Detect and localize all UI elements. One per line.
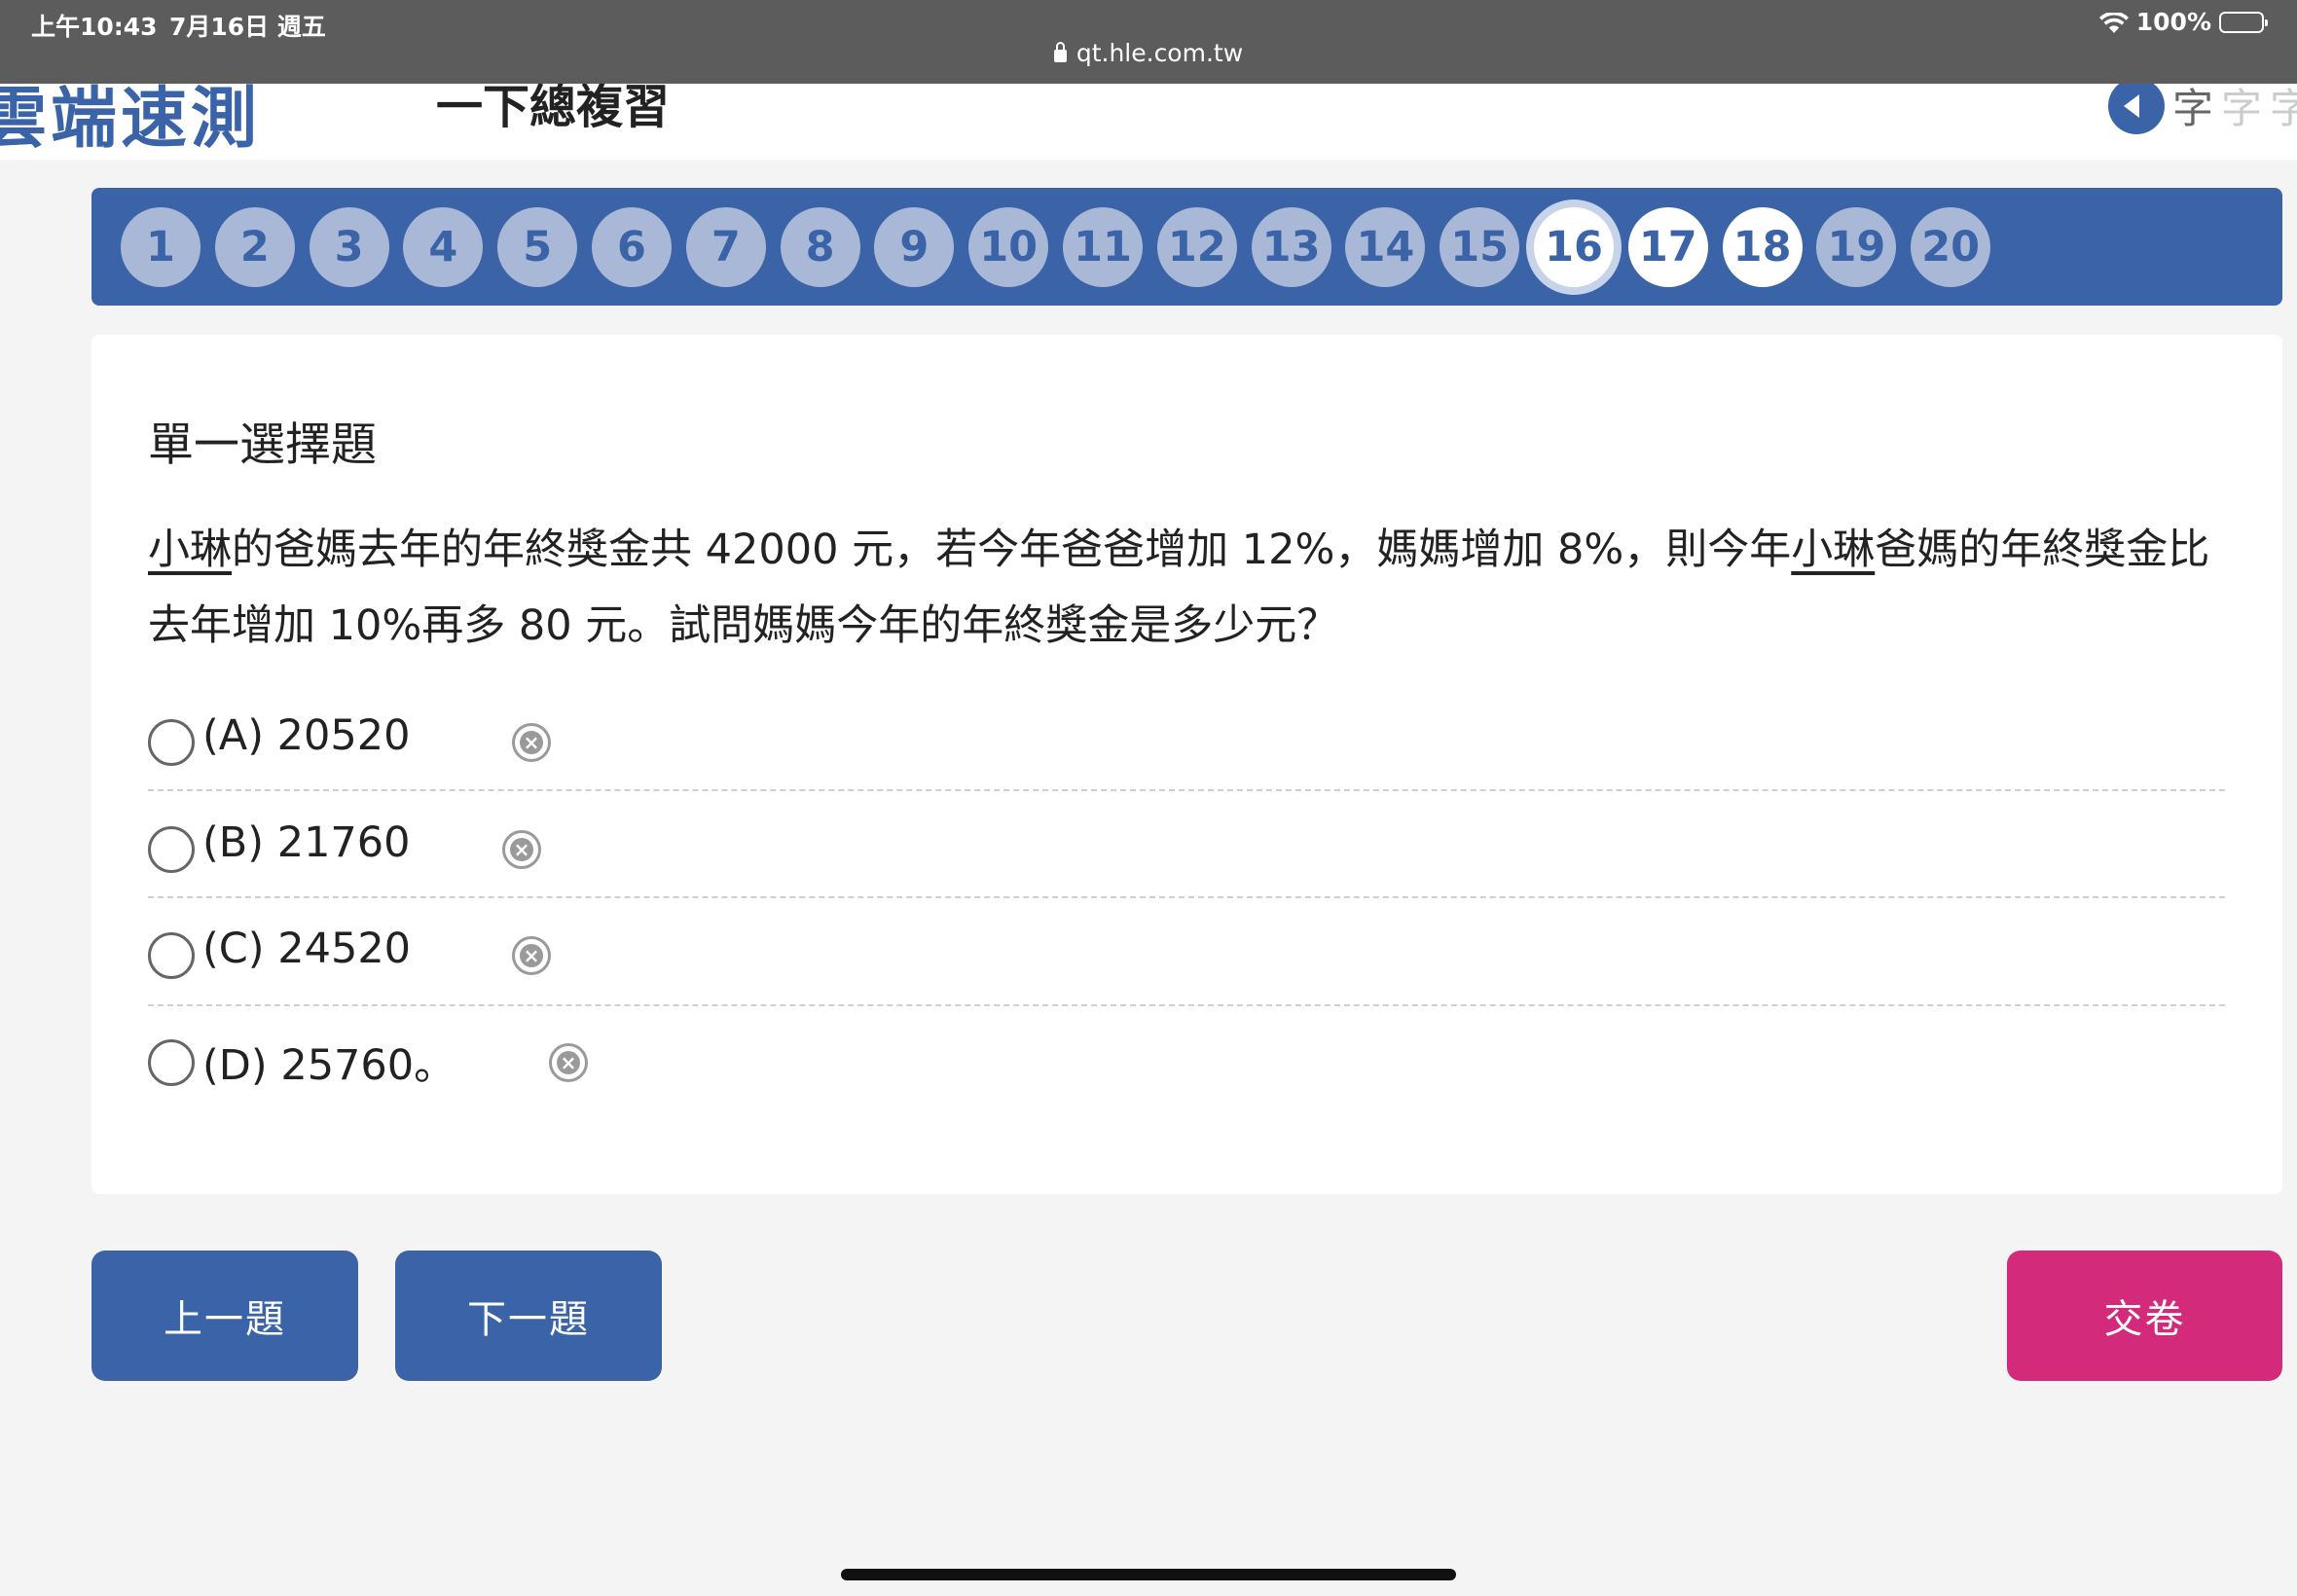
option-c-radio[interactable] — [148, 932, 195, 979]
option-c-remove-icon[interactable]: × — [512, 936, 551, 975]
option-divider — [148, 789, 2225, 791]
question-text-part1: 的爸媽去年的年終獎金共 42000 元，若今年爸爸增加 12%，媽媽增加 8%，… — [232, 526, 1792, 574]
question-nav-item-4[interactable]: 4 — [403, 207, 484, 287]
question-type: 單一選擇題 — [148, 418, 377, 472]
question-nav-item-20[interactable]: 20 — [1911, 207, 1991, 287]
question-name-2: 小琳 — [1791, 526, 1876, 574]
font-size-small[interactable]: 字 — [2172, 76, 2213, 135]
lock-icon — [1053, 42, 1067, 62]
question-nav-item-11[interactable]: 11 — [1063, 207, 1143, 287]
question-nav-item-10[interactable]: 10 — [968, 207, 1049, 287]
next-question-button[interactable]: 下一題 — [395, 1251, 662, 1381]
question-nav-item-5[interactable]: 5 — [497, 207, 578, 287]
question-nav-item-6[interactable]: 6 — [592, 207, 672, 287]
question-nav-item-7[interactable]: 7 — [685, 207, 766, 287]
home-indicator — [841, 1569, 1456, 1580]
option-d-radio[interactable] — [148, 1039, 195, 1086]
address-bar[interactable]: qt.hle.com.tw — [0, 39, 2297, 67]
battery-icon — [2219, 11, 2268, 33]
option-b-remove-icon[interactable]: × — [502, 830, 541, 869]
font-size-medium[interactable]: 字 — [2221, 76, 2262, 135]
option-b-radio[interactable] — [148, 826, 195, 873]
submit-exam-button[interactable]: 交卷 — [2007, 1251, 2282, 1381]
option-c-label[interactable]: (C) 24520 — [202, 925, 411, 973]
question-card: 單一選擇題 小琳的爸媽去年的年終獎金共 42000 元，若今年爸爸增加 12%，… — [91, 335, 2282, 1194]
option-a-radio[interactable] — [148, 719, 195, 766]
option-a-remove-icon[interactable]: × — [512, 723, 551, 762]
option-c[interactable]: (C) 24520 × — [148, 901, 2225, 1008]
question-nav-item-13[interactable]: 13 — [1251, 207, 1331, 287]
question-nav-item-2[interactable]: 2 — [214, 207, 295, 287]
option-b-label[interactable]: (B) 21760 — [202, 818, 411, 867]
question-nav-item-8[interactable]: 8 — [780, 207, 860, 287]
status-right: 100% — [2098, 8, 2268, 36]
question-nav: 1 2 3 4 5 6 7 8 9 10 11 12 13 14 15 16 17 18 19 20 — [91, 188, 2282, 306]
question-nav-item-9[interactable]: 9 — [874, 207, 955, 287]
option-a[interactable]: (A) 20520 × — [148, 688, 2225, 795]
option-d-remove-icon[interactable]: × — [549, 1043, 588, 1082]
question-nav-item-15[interactable]: 15 — [1440, 207, 1520, 287]
status-date: 7月16日 週五 — [169, 13, 326, 41]
question-nav-item-16[interactable]: 16 — [1534, 207, 1614, 287]
option-d[interactable]: (D) 25760。 × — [148, 1008, 2225, 1115]
question-nav-item-1[interactable]: 1 — [121, 207, 201, 287]
font-size-large[interactable]: 字 — [2270, 76, 2297, 135]
font-decrease-icon[interactable] — [2108, 77, 2165, 134]
battery-percent: 100% — [2135, 8, 2211, 36]
font-size-control: 字 字 字 — [2108, 76, 2297, 135]
option-b[interactable]: (B) 21760 × — [148, 795, 2225, 902]
status-time: 上午10:43 — [31, 13, 158, 41]
question-nav-item-12[interactable]: 12 — [1156, 207, 1237, 287]
option-divider — [148, 1004, 2225, 1006]
question-nav-item-17[interactable]: 17 — [1627, 207, 1708, 287]
url-text: qt.hle.com.tw — [1076, 39, 1244, 67]
question-nav-item-19[interactable]: 19 — [1816, 207, 1897, 287]
option-a-label[interactable]: (A) 20520 — [202, 711, 410, 760]
question-nav-item-18[interactable]: 18 — [1722, 207, 1803, 287]
question-text: 小琳的爸媽去年的年終獎金共 42000 元，若今年爸爸增加 12%，媽媽增加 8… — [148, 512, 2250, 664]
question-nav-item-14[interactable]: 14 — [1345, 207, 1426, 287]
question-nav-item-3[interactable]: 3 — [309, 207, 389, 287]
prev-question-button[interactable]: 上一題 — [91, 1251, 358, 1381]
wifi-icon — [2098, 11, 2129, 33]
page: 雲端速測 一下總複習 字 字 字 上午10:43 7月16日 週五 qt.hle… — [0, 0, 2297, 1596]
option-d-label[interactable]: (D) 25760。 — [202, 1032, 456, 1092]
question-name-1: 小琳 — [148, 526, 232, 574]
option-divider — [148, 896, 2225, 898]
status-bar: 上午10:43 7月16日 週五 qt.hle.com.tw 100% — [0, 0, 2297, 84]
